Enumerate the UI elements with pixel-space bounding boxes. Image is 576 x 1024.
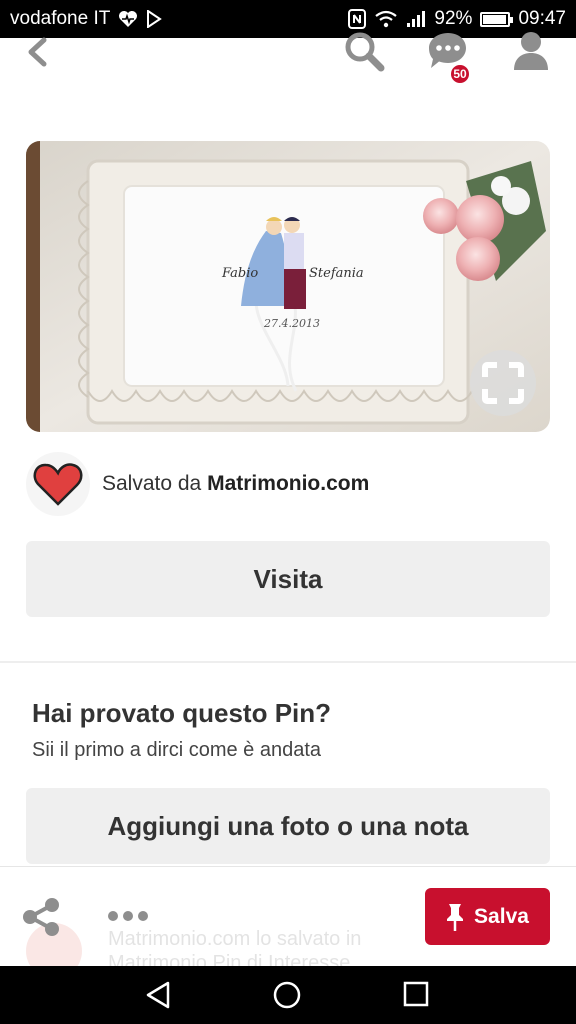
play-store-icon <box>146 10 163 28</box>
search-icon <box>345 32 385 72</box>
square-recents-icon <box>403 981 429 1007</box>
nav-back-button[interactable] <box>144 980 174 1010</box>
battery-icon <box>480 11 514 27</box>
faded-activity-text: Matrimonio.com lo salvato in Matrimonio … <box>108 927 361 966</box>
bottom-action-bar: Matrimonio.com lo salvato in Matrimonio … <box>0 866 576 966</box>
pillow-name-left: Fabio <box>221 266 258 281</box>
expand-image-button[interactable] <box>470 350 536 416</box>
saved-from-row[interactable]: Salvato da Matrimonio.com <box>26 452 550 516</box>
app-bar <box>0 38 576 138</box>
profile-icon <box>514 32 548 70</box>
more-options-button[interactable] <box>108 905 152 927</box>
nav-recents-button[interactable] <box>402 980 430 1008</box>
system-nav-bar <box>0 966 576 1024</box>
signal-icon <box>406 10 426 28</box>
save-label: Salva <box>474 904 529 928</box>
status-bar: vodafone IT 92% 09:47 <box>0 0 576 38</box>
clock: 09:47 <box>518 8 566 29</box>
triangle-back-icon <box>146 981 170 1009</box>
share-button[interactable] <box>20 895 64 939</box>
nfc-icon <box>348 9 367 29</box>
profile-button[interactable] <box>512 30 550 72</box>
more-dots-icon <box>108 911 118 921</box>
save-button[interactable]: Salva <box>425 888 550 945</box>
carrier-name: vodafone IT <box>10 8 111 29</box>
tried-subtitle: Sii il primo a dirci come è andata <box>32 739 322 761</box>
visit-button[interactable]: Visita <box>26 541 550 617</box>
pillow-date: 27.4.2013 <box>263 317 320 330</box>
nav-home-button[interactable] <box>272 980 302 1010</box>
battery-percent: 92% <box>434 8 473 29</box>
share-icon <box>23 898 59 936</box>
expand-icon <box>482 362 524 404</box>
add-photo-note-button[interactable]: Aggiungi una foto o una nota <box>26 788 550 864</box>
pin-icon <box>447 903 464 931</box>
wifi-icon <box>374 10 398 28</box>
faded-line-2: Matrimonio Pin di Interesse <box>108 952 351 966</box>
messages-badge: 50 <box>449 63 471 85</box>
back-button[interactable] <box>20 32 56 72</box>
source-avatar <box>26 452 90 516</box>
saved-prefix: Salvato da <box>102 472 202 495</box>
back-arrow-icon <box>28 37 47 67</box>
circle-home-icon <box>273 981 301 1009</box>
heart-rate-icon <box>118 10 138 28</box>
tried-title: Hai provato questo Pin? <box>32 698 332 728</box>
faded-line-1: Matrimonio.com lo salvato in <box>108 928 362 950</box>
saved-from-text: Salvato da Matrimonio.com <box>102 472 369 496</box>
pillow-name-right: Stefania <box>309 266 364 281</box>
saved-source-link[interactable]: Matrimonio.com <box>207 472 369 495</box>
search-button[interactable] <box>343 30 385 72</box>
heart-logo-icon <box>33 463 83 506</box>
section-divider <box>0 661 576 663</box>
